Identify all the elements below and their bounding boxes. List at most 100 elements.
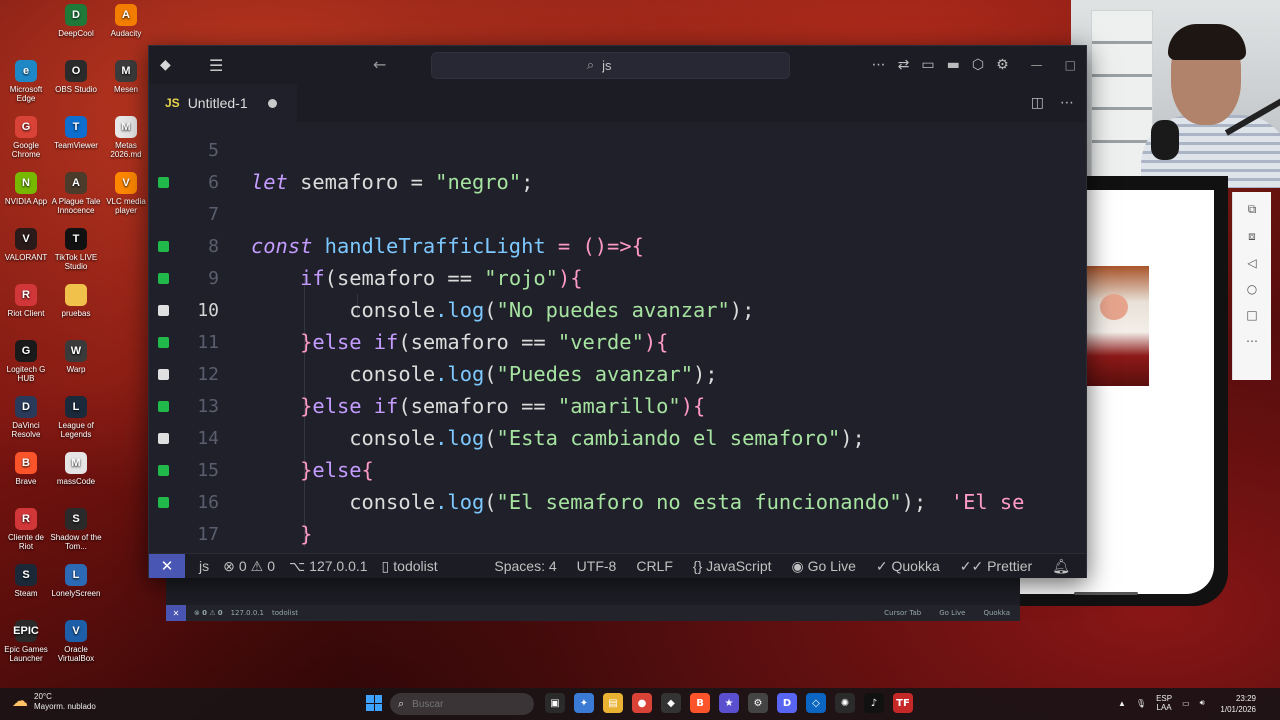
desktop-icon[interactable]: S Shadow of the Tom... <box>50 508 102 551</box>
desktop-icon[interactable]: A Audacity <box>100 4 152 38</box>
go-live-button[interactable]: ◉ Go Live <box>792 558 856 575</box>
encoding-setting[interactable]: UTF-8 <box>577 558 617 574</box>
desktop-icon[interactable]: EPIC Epic Games Launcher <box>0 620 52 663</box>
tf-app-icon[interactable]: TF <box>893 693 913 713</box>
desktop-icon[interactable]: T TeamViewer <box>50 116 102 150</box>
toggle-sidebar-icon[interactable]: ▭ <box>921 57 934 73</box>
desktop-icon[interactable]: S Steam <box>0 564 52 598</box>
desktop-icon[interactable]: T TikTok LIVE Studio <box>50 228 102 271</box>
chrome-icon[interactable]: ● <box>632 693 652 713</box>
split-editor-icon[interactable]: ◫ <box>1031 95 1044 111</box>
start-windows-icon[interactable] <box>366 695 382 711</box>
cursor-app-icon[interactable]: ◆ <box>661 693 681 713</box>
desktop-icon[interactable]: O OBS Studio <box>50 60 102 94</box>
tab-more-icon[interactable]: ⋯ <box>1060 95 1074 111</box>
desktop-icon[interactable]: M Metas 2026.md <box>100 116 152 159</box>
desktop-icon[interactable]: D DaVinci Resolve <box>0 396 52 439</box>
microphone-icon[interactable]: 🎙︎ <box>1136 699 1146 708</box>
app-icon-gear[interactable]: ⚙ <box>748 693 768 713</box>
desktop-icon[interactable]: G Google Chrome <box>0 116 52 159</box>
desktop-icon[interactable]: pruebas <box>50 284 102 318</box>
hamburger-menu-icon[interactable]: ☰ <box>209 56 223 75</box>
volume-icon[interactable]: 🔊︎ <box>1200 698 1205 708</box>
eol-setting[interactable]: CRLF <box>636 558 673 574</box>
taskbar-search[interactable]: ⌕ <box>390 693 534 715</box>
code-line: 16 console.log("El semaforo no esta func… <box>149 486 1086 518</box>
settings-gear-icon[interactable]: ⚙ <box>996 57 1009 73</box>
indentation-setting[interactable]: Spaces: 4 <box>494 558 556 574</box>
language-indicator[interactable]: ESP LAA <box>1156 694 1172 712</box>
line-number: 9 <box>208 267 219 289</box>
windows-taskbar: ☁ 20°C Mayorm. nublado ⌕ ▣ ✦ ▤ ● ◆ B ★ ⚙… <box>0 688 1280 720</box>
code-editor[interactable]: 5 6 let semaforo = "negro"; 7 8 const ha… <box>149 122 1086 553</box>
toggle-panel-icon[interactable]: ▬ <box>947 57 960 73</box>
desktop-icon[interactable]: D DeepCool <box>50 4 102 38</box>
home-circle-icon[interactable]: ○ <box>1233 282 1271 296</box>
desktop-icon[interactable]: L LonelyScreen <box>50 564 102 598</box>
problems-indicator[interactable]: ⊗ 0 ⚠ 0 <box>223 558 275 575</box>
rotate-icon[interactable]: ⧉ <box>1233 202 1271 217</box>
recents-square-icon[interactable]: □ <box>1233 308 1271 322</box>
desktop-icon[interactable]: N NVIDIA App <box>0 172 52 206</box>
back-triangle-icon[interactable]: ◁ <box>1233 256 1271 270</box>
task-view-icon[interactable]: ▣ <box>545 693 565 713</box>
taskbar-search-input[interactable] <box>410 697 505 711</box>
desktop-icon[interactable]: G Logitech G HUB <box>0 340 52 383</box>
desktop-icon[interactable]: R Riot Client <box>0 284 52 318</box>
maximize-icon[interactable]: □ <box>1065 58 1076 72</box>
app-icon: S <box>15 564 37 586</box>
language-mode[interactable]: {} JavaScript <box>693 558 772 574</box>
desktop-icon[interactable]: A A Plague Tale Innocence <box>50 172 102 215</box>
desktop-icon[interactable]: V VLC media player <box>100 172 152 215</box>
unsaved-dot-icon[interactable] <box>267 98 277 108</box>
desktop-icon[interactable]: MmassCode <box>50 452 102 486</box>
mirror-icon[interactable]: ⧈ <box>1233 229 1271 244</box>
tab-untitled-1[interactable]: JS Untitled-1 <box>149 84 297 122</box>
vscode-icon[interactable]: ◇ <box>806 693 826 713</box>
app-icon: T <box>65 116 87 138</box>
desktop-icon[interactable]: e Microsoft Edge <box>0 60 52 103</box>
weather-widget[interactable]: ☁ 20°C Mayorm. nublado <box>12 692 96 712</box>
desktop-icon[interactable]: R Cliente de Riot <box>0 508 52 551</box>
desktop-icon[interactable]: B Brave <box>0 452 52 486</box>
brave-icon[interactable]: B <box>690 693 710 713</box>
app-icon: e <box>15 60 37 82</box>
code-line: 14 console.log("Esta cambiando el semafo… <box>149 422 1086 454</box>
desktop-icon[interactable]: V Oracle VirtualBox <box>50 620 102 663</box>
desktop-icon[interactable]: W Warp <box>50 340 102 374</box>
desktop-icon[interactable]: V VALORANT <box>0 228 52 262</box>
prettier-button[interactable]: ✓✓ Prettier <box>960 558 1032 575</box>
desktop-icon[interactable]: M Mesen <box>100 60 152 94</box>
tray-chevron-up-icon[interactable]: ▲ <box>1118 699 1126 708</box>
status-bar-right: Spaces: 4 UTF-8 CRLF {} JavaScript ◉ Go … <box>494 558 1086 575</box>
weather-desc: Mayorm. nublado <box>34 702 96 711</box>
file-explorer-icon[interactable]: ▤ <box>603 693 623 713</box>
command-search-input[interactable] <box>600 57 635 74</box>
git-gutter-marker <box>158 272 169 284</box>
system-clock[interactable]: 23:29 1/01/2026 <box>1220 693 1256 715</box>
notifications-bell-icon[interactable]: 🔔︎ <box>1052 558 1070 575</box>
more-dots-icon[interactable]: ⋯ <box>1233 334 1271 348</box>
code-text: } <box>300 522 313 546</box>
code-line: 7 <box>149 198 1086 230</box>
network-icon[interactable]: ▭ <box>1182 699 1190 708</box>
repository-indicator[interactable]: ▯ todolist <box>382 558 438 575</box>
language-short[interactable]: js <box>199 558 209 574</box>
desktop-icon[interactable]: L League of Legends <box>50 396 102 439</box>
app-icon: D <box>15 396 37 418</box>
tiktok-icon[interactable]: ♪ <box>864 693 884 713</box>
live-server-host[interactable]: ⌥ 127.0.0.1 <box>289 558 368 575</box>
swap-icon[interactable]: ⇄ <box>898 57 910 73</box>
chatgpt-icon[interactable]: ✺ <box>835 693 855 713</box>
quokka-button[interactable]: ✓ Quokka <box>876 558 940 575</box>
minimize-icon[interactable]: — <box>1031 58 1043 72</box>
app-icon-star[interactable]: ★ <box>719 693 739 713</box>
extensions-cube-icon[interactable]: ⬡ <box>972 57 984 73</box>
back-arrow-icon[interactable]: ← <box>373 55 386 74</box>
remote-connection-icon[interactable]: ✕ <box>149 554 185 578</box>
tab-label: Untitled-1 <box>187 95 248 111</box>
more-actions-icon[interactable]: ⋯ <box>872 57 886 73</box>
command-center-search[interactable]: ⌕ <box>431 52 790 79</box>
discord-icon[interactable]: D <box>777 693 797 713</box>
copilot-icon[interactable]: ✦ <box>574 693 594 713</box>
